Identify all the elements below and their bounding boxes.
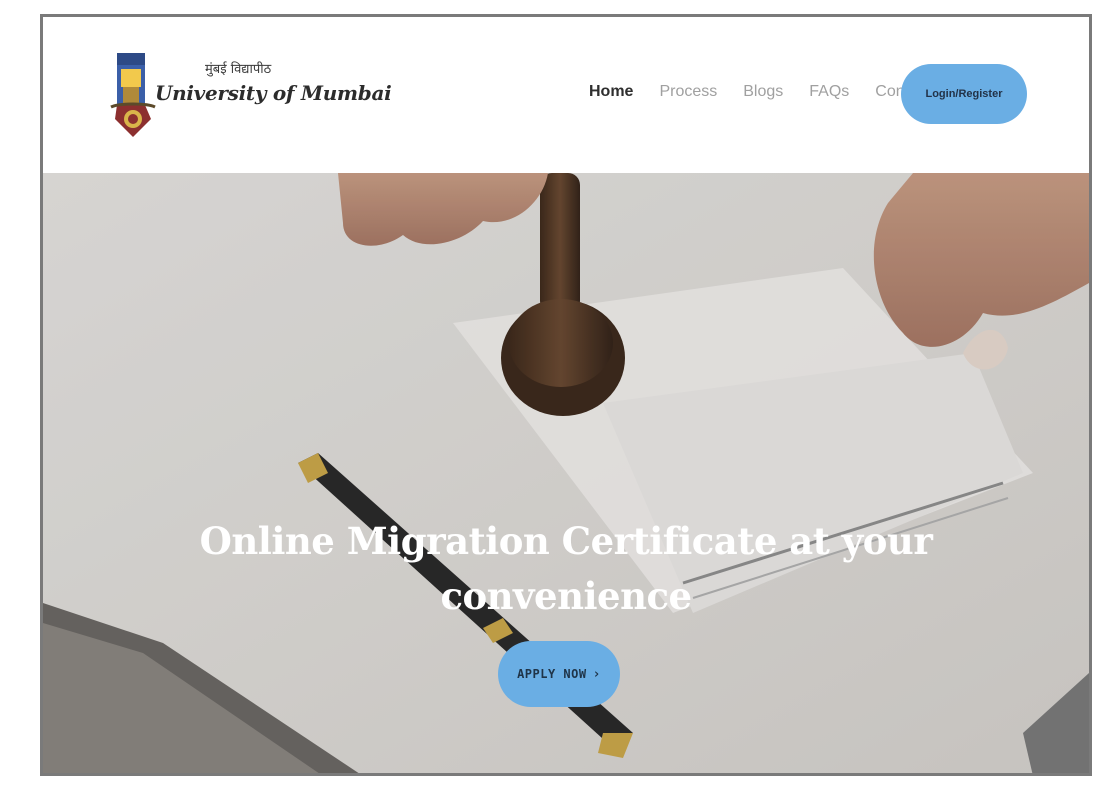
- site-header: मुंबई विद्यापीठ University of Mumbai Hom…: [43, 17, 1089, 174]
- nav-faqs-link[interactable]: FAQs: [809, 83, 849, 101]
- university-crest-icon: [110, 53, 156, 137]
- hero-title: Online Migration Certificate at your con…: [43, 514, 1089, 624]
- hero-banner: Online Migration Certificate at your con…: [43, 173, 1089, 773]
- nav-blogs-link[interactable]: Blogs: [743, 83, 783, 101]
- logo-university-name: University of Mumbai: [155, 81, 392, 105]
- apply-now-button[interactable]: APPLY NOW ›: [498, 641, 620, 707]
- apply-now-label: APPLY NOW: [517, 667, 587, 681]
- browser-screenshot-frame: मुंबई विद्यापीठ University of Mumbai Hom…: [40, 14, 1092, 776]
- hero-title-line-1: Online Migration Certificate at your: [199, 518, 933, 563]
- chevron-right-icon: ›: [592, 666, 601, 682]
- nav-home-link[interactable]: Home: [589, 83, 633, 101]
- main-navigation: Home Process Blogs FAQs Contact: [589, 83, 930, 101]
- login-register-button[interactable]: Login/Register: [901, 64, 1027, 124]
- hero-title-line-2: convenience: [440, 573, 692, 618]
- site-logo[interactable]: मुंबई विद्यापीठ University of Mumbai: [107, 49, 392, 149]
- logo-hindi-text: मुंबई विद्यापीठ: [205, 62, 272, 77]
- nav-process-link[interactable]: Process: [659, 83, 717, 101]
